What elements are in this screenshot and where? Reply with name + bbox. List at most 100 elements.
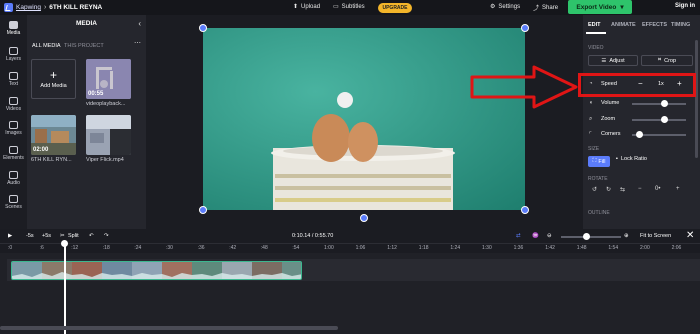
crop-icon: ⌗ — [657, 57, 662, 63]
zoom-out-icon[interactable]: ⊖ — [547, 233, 552, 239]
volume-slider[interactable] — [632, 100, 686, 107]
rotate-increase-icon[interactable]: + — [676, 186, 680, 192]
rail-text[interactable]: Text — [0, 72, 27, 87]
kapwing-logo-icon[interactable] — [4, 3, 13, 12]
flip-horizontal-icon[interactable]: ⇆ — [620, 186, 625, 193]
chevron-down-icon: ▾ — [620, 4, 624, 11]
media-thumbnail[interactable]: 00:55 — [86, 59, 131, 99]
video-clip[interactable] — [11, 261, 302, 280]
playhead[interactable] — [64, 241, 66, 334]
settings-button[interactable]: ⚙ Settings — [490, 3, 521, 11]
skip-forward-button[interactable]: +5s — [42, 233, 51, 239]
annotation-highlight-box — [578, 73, 696, 97]
resize-handle-bottom-right[interactable] — [521, 206, 529, 214]
tab-all-media[interactable]: ALL MEDIA — [32, 43, 61, 49]
timeline-scrollbar[interactable] — [0, 326, 338, 330]
scenes-icon — [9, 195, 18, 203]
active-tab-indicator — [586, 32, 606, 34]
tab-effects[interactable]: EFFECTS — [642, 22, 667, 28]
corners-icon: ⌜ — [589, 132, 592, 138]
rail-label: Videos — [5, 106, 22, 112]
waveform-icon[interactable]: ♒ — [532, 233, 539, 239]
tab-edit[interactable]: EDIT — [588, 22, 601, 28]
upgrade-button[interactable]: UPGRADE — [378, 3, 412, 13]
section-outline-label: OUTLINE — [588, 210, 610, 216]
adjust-button[interactable]: ☰ Adjust — [588, 55, 638, 66]
export-label: Export Video — [576, 3, 617, 11]
ruler-tick-label: 1:48 — [576, 245, 587, 251]
clip-filmstrip — [12, 262, 301, 279]
ruler-tick-label: 2:06 — [671, 245, 682, 251]
redo-icon[interactable]: ↷ — [104, 233, 109, 239]
thumbnail-image — [86, 115, 131, 155]
lock-ratio-toggle[interactable]: ▪ Lock Ratio — [616, 156, 647, 162]
zoom-in-icon[interactable]: ⊕ — [624, 233, 629, 239]
snap-icon[interactable]: ⇄ — [516, 233, 521, 239]
resize-handle-top-left[interactable] — [199, 24, 207, 32]
video-preview[interactable] — [203, 28, 525, 210]
left-rail: Media Layers Text Videos Images Elements… — [0, 15, 27, 229]
rail-audio[interactable]: Audio — [0, 171, 27, 186]
corners-slider-knob[interactable] — [635, 131, 643, 138]
rotate-handle[interactable] — [360, 214, 368, 222]
share-button[interactable]: ⤴ Share — [533, 3, 558, 13]
timeline-zoom-knob[interactable] — [583, 233, 590, 240]
corners-slider[interactable] — [632, 131, 686, 138]
properties-scrollbar[interactable] — [695, 40, 698, 158]
zoom-slider[interactable] — [632, 116, 686, 123]
rotate-left-icon[interactable]: ↺ — [592, 186, 597, 193]
rail-label: Audio — [7, 180, 20, 186]
settings-label: Settings — [498, 3, 521, 10]
rotate-decrease-icon[interactable]: − — [638, 186, 642, 192]
expand-icon: ⛶ — [592, 158, 597, 164]
lock-icon: ▪ — [616, 156, 618, 162]
add-media-button[interactable]: + Add Media — [31, 59, 76, 99]
timeline-toolbar: ▶ -5s +5s ✂ Split ↶ ↷ 0:10.14 / 0:55.70 … — [0, 229, 700, 243]
split-button[interactable]: Split — [68, 233, 79, 239]
subtitles-button[interactable]: ▭ Subtitles — [333, 3, 365, 11]
duration-label: 00:55 — [88, 91, 104, 97]
tab-animate[interactable]: ANIMATE — [611, 22, 636, 28]
share-icon: ⤴ — [533, 6, 540, 12]
zoom-label: Zoom — [601, 116, 616, 122]
gear-icon: ⚙ — [490, 4, 496, 10]
tab-timing[interactable]: TIMING — [671, 22, 690, 28]
text-icon — [9, 72, 18, 80]
collapse-panel-icon[interactable]: ‹ — [138, 19, 141, 28]
rail-images[interactable]: Images — [0, 121, 27, 136]
resize-handle-bottom-left[interactable] — [199, 206, 207, 214]
export-video-button[interactable]: Export Video ▾ — [568, 0, 632, 14]
undo-icon[interactable]: ↶ — [89, 233, 94, 239]
media-filename: videoplayback... — [86, 101, 126, 107]
volume-icon: ◖ — [589, 100, 593, 106]
section-size-label: SIZE — [588, 146, 600, 152]
resize-handle-top-right[interactable] — [521, 24, 529, 32]
tab-this-project[interactable]: THIS PROJECT — [64, 43, 104, 49]
rail-scenes[interactable]: Scenes — [0, 195, 27, 210]
rail-layers[interactable]: Layers — [0, 47, 27, 62]
skip-back-button[interactable]: -5s — [26, 233, 34, 239]
media-thumbnail[interactable]: 02:00 — [31, 115, 76, 155]
fit-to-screen-button[interactable]: Fit to Screen — [640, 233, 671, 239]
timeline-zoom-slider[interactable] — [561, 233, 621, 240]
more-options-icon[interactable]: ⋯ — [134, 39, 141, 47]
fill-button[interactable]: ⛶ Fill — [588, 156, 610, 167]
rail-media[interactable]: Media — [0, 21, 27, 36]
rail-videos[interactable]: Videos — [0, 97, 27, 112]
fill-label: Fill — [598, 158, 606, 165]
subtitles-icon: ▭ — [333, 4, 339, 10]
play-icon[interactable]: ▶ — [8, 233, 12, 239]
sign-in-link[interactable]: Sign in — [675, 3, 695, 9]
rail-elements[interactable]: Elements — [0, 146, 27, 161]
playhead-handle[interactable] — [61, 240, 68, 247]
rotate-right-icon[interactable]: ↻ — [606, 186, 611, 193]
media-thumbnail[interactable] — [86, 115, 131, 155]
project-title[interactable]: 6TH KILL REYNA — [49, 4, 102, 11]
upload-button[interactable]: ⬆ Upload — [293, 3, 320, 11]
brand-link[interactable]: Kapwing — [16, 4, 41, 11]
ruler-tick-label: :12 — [71, 245, 79, 251]
crop-button[interactable]: ⌗ Crop — [641, 55, 693, 66]
kapwing-editor: Kapwing › 6TH KILL REYNA ⬆ Upload ▭ Subt… — [0, 0, 700, 334]
close-icon[interactable]: ✕ — [686, 230, 694, 241]
ruler-tick-label: 1:00 — [324, 245, 334, 251]
